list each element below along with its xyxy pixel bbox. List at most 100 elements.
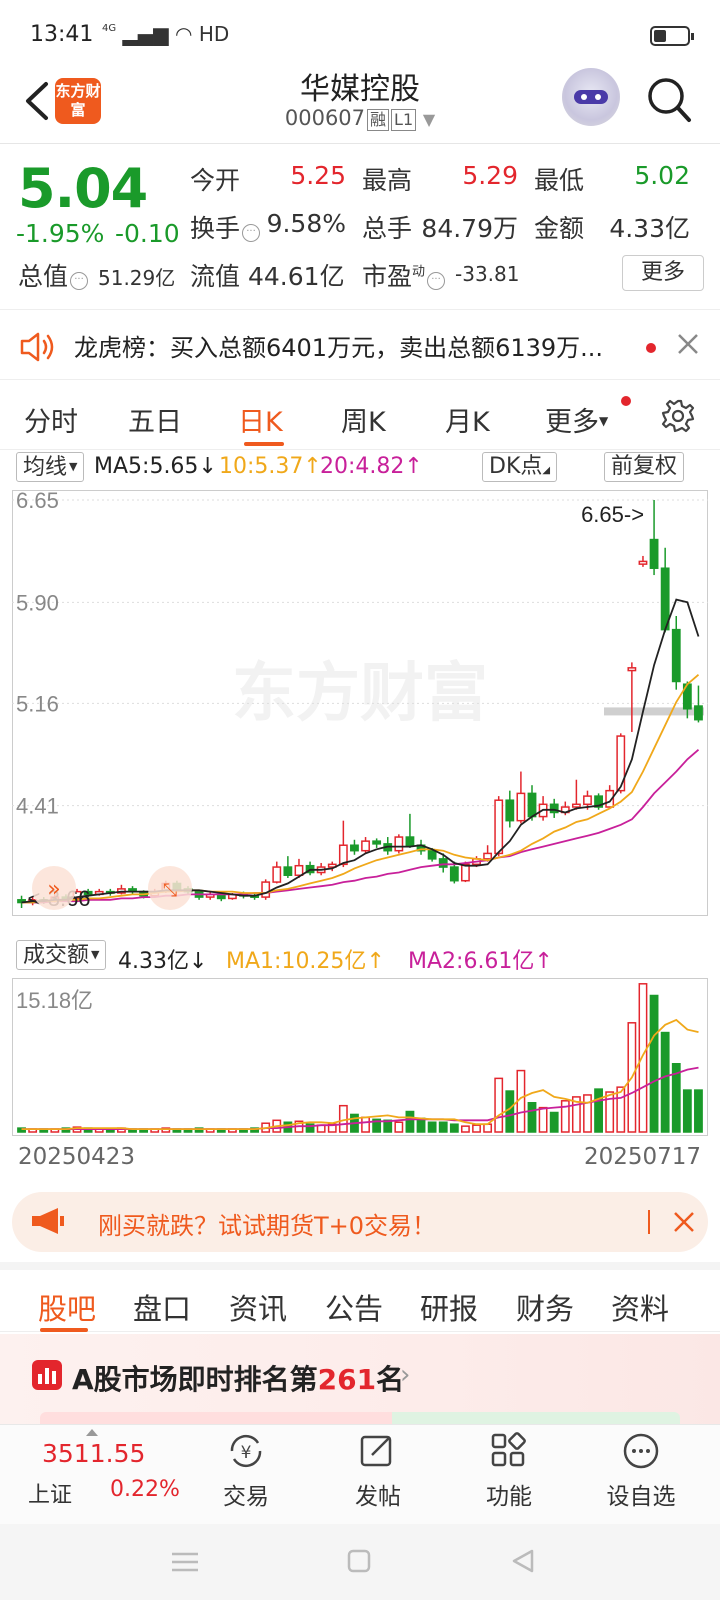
- end-date: 20250717: [584, 1144, 702, 1170]
- promo-text[interactable]: 刚买就跌？试试期货T+0交易！: [98, 1206, 436, 1241]
- caret-up-icon[interactable]: [86, 1429, 98, 1436]
- candle: [261, 879, 271, 900]
- turnover-label[interactable]: 换手 ···: [190, 209, 261, 245]
- candle-body: [272, 866, 282, 883]
- volume-frame: [12, 978, 708, 1136]
- megaphone-icon: [32, 1208, 64, 1234]
- amount-label: 金额: [534, 214, 585, 243]
- high-label: 最高: [362, 166, 413, 195]
- candle: [694, 685, 703, 723]
- tab-financials[interactable]: 财务: [516, 1286, 574, 1328]
- candle: [416, 839, 426, 855]
- volume-chart[interactable]: 15.18亿: [12, 978, 708, 1136]
- nav-trade[interactable]: ¥ 交易: [196, 1431, 296, 1511]
- index-change[interactable]: 0.22%: [110, 1477, 180, 1502]
- market-ranking-banner[interactable]: A股市场即时排名第261名 ›: [0, 1334, 720, 1424]
- up-arrow-icon: ↑: [366, 949, 385, 974]
- last-price: 5.04: [18, 157, 148, 220]
- volume-legend-bar: 成交额 ▼ 4.33亿↓ MA1:10.25亿↑ MA2:6.61亿↑: [0, 938, 720, 978]
- candle-body: [294, 864, 304, 877]
- volume-bar: [427, 1121, 437, 1133]
- more-circle-icon: [623, 1433, 659, 1469]
- candle-body: [405, 836, 415, 846]
- tab-intraday[interactable]: 分时: [24, 400, 78, 439]
- high-value: 5.29: [462, 161, 518, 190]
- close-icon[interactable]: [676, 332, 700, 356]
- search-icon[interactable]: [645, 74, 693, 126]
- tab-news[interactable]: 资讯: [229, 1286, 287, 1328]
- dropdown-caret-icon[interactable]: ▼: [423, 110, 435, 129]
- edit-icon: [360, 1435, 392, 1467]
- candle-body: [527, 792, 537, 818]
- close-icon[interactable]: [672, 1210, 696, 1234]
- candle: [605, 785, 615, 808]
- down-arrow-icon: ↓: [189, 949, 208, 974]
- volume-bar: [538, 1106, 548, 1133]
- nav-post[interactable]: 发帖: [328, 1431, 428, 1511]
- candle: [205, 891, 215, 900]
- nav-watchlist[interactable]: 设自选: [591, 1431, 691, 1511]
- mktcap-label[interactable]: 总值 ···: [18, 257, 89, 293]
- news-text[interactable]: 龙虎榜：买入总额6401万元，卖出总额6139万...: [74, 328, 634, 363]
- ai-assistant-avatar[interactable]: [562, 68, 620, 126]
- nav-trade-label: 交易: [223, 1484, 269, 1510]
- tab-forum[interactable]: 股吧: [38, 1286, 96, 1328]
- promo-banner[interactable]: 刚买就跌？试试期货T+0交易！: [12, 1192, 708, 1252]
- menu-icon[interactable]: [170, 1550, 200, 1574]
- tab-research[interactable]: 研报: [420, 1286, 478, 1328]
- low-value: 5.02: [634, 161, 690, 190]
- nav-watchlist-label: 设自选: [606, 1484, 676, 1510]
- indicator-select[interactable]: 均线 ▼: [16, 452, 85, 482]
- wifi-icon: ◠: [175, 22, 193, 46]
- down-arrow-icon: ↓: [198, 454, 217, 479]
- candle: [405, 813, 415, 848]
- adjust-select[interactable]: 前复权: [604, 452, 685, 482]
- ranking-number: 261: [317, 1363, 377, 1396]
- more-info-icon: ···: [70, 272, 89, 290]
- candle: [538, 796, 548, 821]
- home-icon[interactable]: [346, 1548, 372, 1574]
- expand-icon: ⤡: [163, 880, 177, 901]
- candle: [283, 856, 293, 878]
- pe-value: -33.81: [455, 262, 520, 286]
- max-price-marker: 6.65->: [581, 502, 644, 527]
- open-value: 5.25: [290, 161, 346, 190]
- tab-5day[interactable]: 五日: [128, 400, 182, 439]
- gear-icon[interactable]: [660, 398, 696, 434]
- tab-more[interactable]: 更多▼: [545, 400, 608, 439]
- tab-monthly-k[interactable]: 月K: [445, 400, 490, 439]
- change-percent: -1.95%: [16, 219, 105, 248]
- nav-functions[interactable]: 功能: [459, 1431, 559, 1511]
- caret-down-icon: ▼: [69, 460, 78, 473]
- kline-chart[interactable]: 东方财富 6.655.905.164.41 6.65-><-3.66 » ⤡: [12, 490, 708, 936]
- margin-tag: 融: [367, 109, 390, 131]
- candle: [394, 834, 404, 854]
- tab-weekly-k[interactable]: 周K: [341, 400, 386, 439]
- trade-icon: ¥: [230, 1434, 262, 1468]
- volume-max-label: 15.18亿: [16, 988, 93, 1013]
- candle: [305, 861, 315, 876]
- ranking-text[interactable]: A股市场即时排名第261名: [72, 1358, 404, 1398]
- float-value: 44.61亿: [248, 262, 345, 291]
- candle: [549, 798, 559, 818]
- double-chevron-icon: »: [47, 877, 60, 902]
- index-name[interactable]: 上证: [28, 1477, 72, 1509]
- section-tabs: 股吧 盘口 资讯 公告 研报 财务 资料: [0, 1262, 720, 1332]
- level-tag: L1: [391, 109, 417, 131]
- dk-point-select[interactable]: DK点◢: [482, 452, 558, 482]
- volume-indicator-select[interactable]: 成交额 ▼: [16, 940, 107, 970]
- index-value[interactable]: 3511.55: [42, 1439, 145, 1468]
- more-button[interactable]: 更多: [622, 255, 704, 291]
- pe-label[interactable]: 市盈动 ···: [362, 257, 446, 293]
- news-ticker[interactable]: 龙虎榜：买入总额6401万元，卖出总额6139万...: [0, 312, 720, 380]
- back-icon[interactable]: [510, 1548, 536, 1574]
- candle-body: [438, 858, 448, 868]
- tab-profile[interactable]: 资料: [611, 1286, 669, 1328]
- more-info-icon: ···: [427, 272, 446, 290]
- chevron-right-icon[interactable]: ›: [400, 1360, 410, 1390]
- tab-announcements[interactable]: 公告: [325, 1286, 383, 1328]
- tab-daily-k[interactable]: 日K: [238, 400, 283, 439]
- candle: [338, 820, 348, 868]
- candle: [638, 555, 648, 567]
- tab-orderbook[interactable]: 盘口: [133, 1286, 191, 1328]
